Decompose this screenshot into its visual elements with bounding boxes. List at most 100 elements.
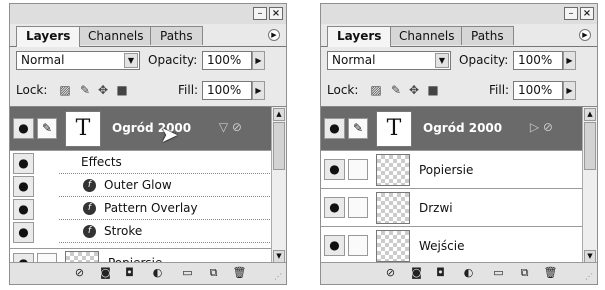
text-layer-thumbnail: T <box>65 111 101 147</box>
layers-scrollbar[interactable]: ▲ ▼ <box>582 107 597 264</box>
new-fill-adjustment-icon[interactable]: ◐ <box>150 266 165 280</box>
new-group-folder-icon[interactable]: ▭ <box>180 266 195 280</box>
tab-paths[interactable]: Paths <box>461 26 514 45</box>
eye-icon[interactable]: ● <box>13 199 34 220</box>
eye-icon[interactable]: ● <box>13 222 34 243</box>
effect-row-outer-glow[interactable]: f Outer Glow <box>59 174 272 197</box>
lock-position-move-icon[interactable]: ✥ <box>407 83 421 97</box>
layer-name[interactable]: Wejście <box>419 239 464 253</box>
panel-footer: ⊘ ◙ ◘ ◐ ▭ ⧉ 🗑 ⋰ <box>10 262 286 284</box>
opacity-arrow-button[interactable]: ▶ <box>563 51 576 70</box>
eye-icon[interactable]: ● <box>324 235 345 256</box>
lock-position-move-icon[interactable]: ✥ <box>96 83 110 97</box>
close-button[interactable]: × <box>580 7 594 20</box>
link-slot[interactable] <box>348 159 368 180</box>
opacity-input[interactable]: 100% <box>513 51 563 70</box>
layers-list: ● ✎ T Ogród 2000 ▷ ⊘ ● Popiersie ● Drzwi… <box>321 107 583 264</box>
fill-arrow-button[interactable]: ▶ <box>252 81 265 100</box>
add-layer-style-icon[interactable]: ◙ <box>409 266 424 280</box>
panel-menu-arrow-icon[interactable]: ▶ <box>268 29 280 41</box>
opacity-arrow-button[interactable]: ▶ <box>252 51 265 70</box>
new-group-folder-icon[interactable]: ▭ <box>491 266 506 280</box>
layers-panel-collapsed: – × Layers Channels Paths ▶ Normal ▼ Opa… <box>320 3 598 285</box>
new-layer-icon[interactable]: ⧉ <box>206 266 221 280</box>
text-layer-thumbnail: T <box>376 111 412 147</box>
link-slot[interactable] <box>348 197 368 218</box>
chevron-down-icon: ▼ <box>435 53 449 68</box>
effect-label: Pattern Overlay <box>104 201 198 215</box>
effect-label: Stroke <box>104 224 143 238</box>
lock-all-padlock-icon[interactable]: ■ <box>426 83 440 97</box>
resize-grip-icon[interactable]: ⋰ <box>274 272 284 282</box>
resize-grip-icon[interactable]: ⋰ <box>585 272 595 282</box>
minimize-button[interactable]: – <box>253 7 267 20</box>
fill-input[interactable]: 100% <box>202 81 252 100</box>
lock-transparency-icon[interactable]: ▨ <box>58 83 72 97</box>
lock-label: Lock: <box>327 83 359 97</box>
layer-thumbnail <box>376 192 410 224</box>
scrollbar-thumb[interactable] <box>584 122 596 170</box>
tab-layers[interactable]: Layers <box>327 26 392 47</box>
lock-all-padlock-icon[interactable]: ■ <box>115 83 129 97</box>
layer-name[interactable]: Drzwi <box>419 201 453 215</box>
fill-arrow-button[interactable]: ▶ <box>563 81 576 100</box>
layer-name[interactable]: Popiersie <box>419 163 473 177</box>
eye-icon[interactable]: ● <box>13 153 34 174</box>
new-layer-icon[interactable]: ⧉ <box>517 266 532 280</box>
scrollbar-thumb[interactable] <box>273 122 285 170</box>
lock-label: Lock: <box>16 83 48 97</box>
tab-channels[interactable]: Channels <box>78 26 154 45</box>
eye-icon[interactable]: ● <box>324 118 345 139</box>
layer-row-text[interactable]: ● ✎ T Ogród 2000 ▽ ⊘ ➤ <box>10 107 272 151</box>
layer-row-popiersie[interactable]: ● Popiersie <box>321 151 583 189</box>
tab-paths[interactable]: Paths <box>150 26 203 45</box>
layers-list: ● ✎ T Ogród 2000 ▽ ⊘ ➤ ● ● ● ● Effects f… <box>10 107 272 264</box>
layers-panel-expanded: – × Layers Channels Paths ▶ Normal ▼ Opa… <box>9 3 287 285</box>
panel-menu-arrow-icon[interactable]: ▶ <box>579 29 591 41</box>
lock-pixels-brush-icon[interactable]: ✎ <box>78 83 92 97</box>
effect-row-pattern-overlay[interactable]: f Pattern Overlay <box>59 197 272 220</box>
lock-transparency-icon[interactable]: ▨ <box>369 83 383 97</box>
effects-toggle-icon[interactable]: ▷ ⊘ <box>530 120 553 134</box>
layer-row-drzwi[interactable]: ● Drzwi <box>321 189 583 227</box>
tab-channels[interactable]: Channels <box>389 26 465 45</box>
add-mask-icon[interactable]: ◘ <box>122 266 137 280</box>
brush-icon[interactable]: ✎ <box>348 118 368 139</box>
trash-icon[interactable]: 🗑 <box>232 266 247 280</box>
blend-mode-select[interactable]: Normal ▼ <box>16 51 140 70</box>
opacity-label: Opacity: <box>459 53 509 67</box>
trash-icon[interactable]: 🗑 <box>543 266 558 280</box>
minimize-button[interactable]: – <box>564 7 578 20</box>
opacity-label: Opacity: <box>148 53 198 67</box>
fill-input[interactable]: 100% <box>513 81 563 100</box>
eye-icon[interactable]: ● <box>13 176 34 197</box>
eye-icon[interactable]: ● <box>324 159 345 180</box>
effects-toggle-icon[interactable]: ▽ ⊘ <box>219 120 242 134</box>
tab-layers[interactable]: Layers <box>16 26 81 47</box>
link-layers-icon[interactable]: ⊘ <box>72 266 87 280</box>
scroll-up-icon[interactable]: ▲ <box>273 108 285 121</box>
eye-icon[interactable]: ● <box>13 118 34 139</box>
link-layers-icon[interactable]: ⊘ <box>383 266 398 280</box>
effects-header-row[interactable]: Effects <box>59 151 272 174</box>
fill-label: Fill: <box>489 83 510 97</box>
fx-icon: f <box>83 202 96 215</box>
scroll-up-icon[interactable]: ▲ <box>584 108 596 121</box>
link-slot[interactable] <box>348 235 368 256</box>
close-button[interactable]: × <box>269 7 283 20</box>
eye-icon[interactable]: ● <box>324 197 345 218</box>
layer-name[interactable]: Ogród 2000 <box>423 121 502 135</box>
add-layer-style-icon[interactable]: ◙ <box>98 266 113 280</box>
layer-name[interactable]: Ogród 2000 <box>112 121 191 135</box>
panel-titlebar: – × <box>321 4 597 24</box>
new-fill-adjustment-icon[interactable]: ◐ <box>461 266 476 280</box>
layer-row-text[interactable]: ● ✎ T Ogród 2000 ▷ ⊘ <box>321 107 583 151</box>
lock-pixels-brush-icon[interactable]: ✎ <box>389 83 403 97</box>
layer-row-wejscie[interactable]: ● Wejście <box>321 227 583 264</box>
layers-scrollbar[interactable]: ▲ ▼ <box>271 107 286 264</box>
effect-row-stroke[interactable]: f Stroke <box>59 220 272 243</box>
brush-icon[interactable]: ✎ <box>37 118 57 139</box>
opacity-input[interactable]: 100% <box>202 51 252 70</box>
add-mask-icon[interactable]: ◘ <box>433 266 448 280</box>
blend-mode-select[interactable]: Normal ▼ <box>327 51 451 70</box>
